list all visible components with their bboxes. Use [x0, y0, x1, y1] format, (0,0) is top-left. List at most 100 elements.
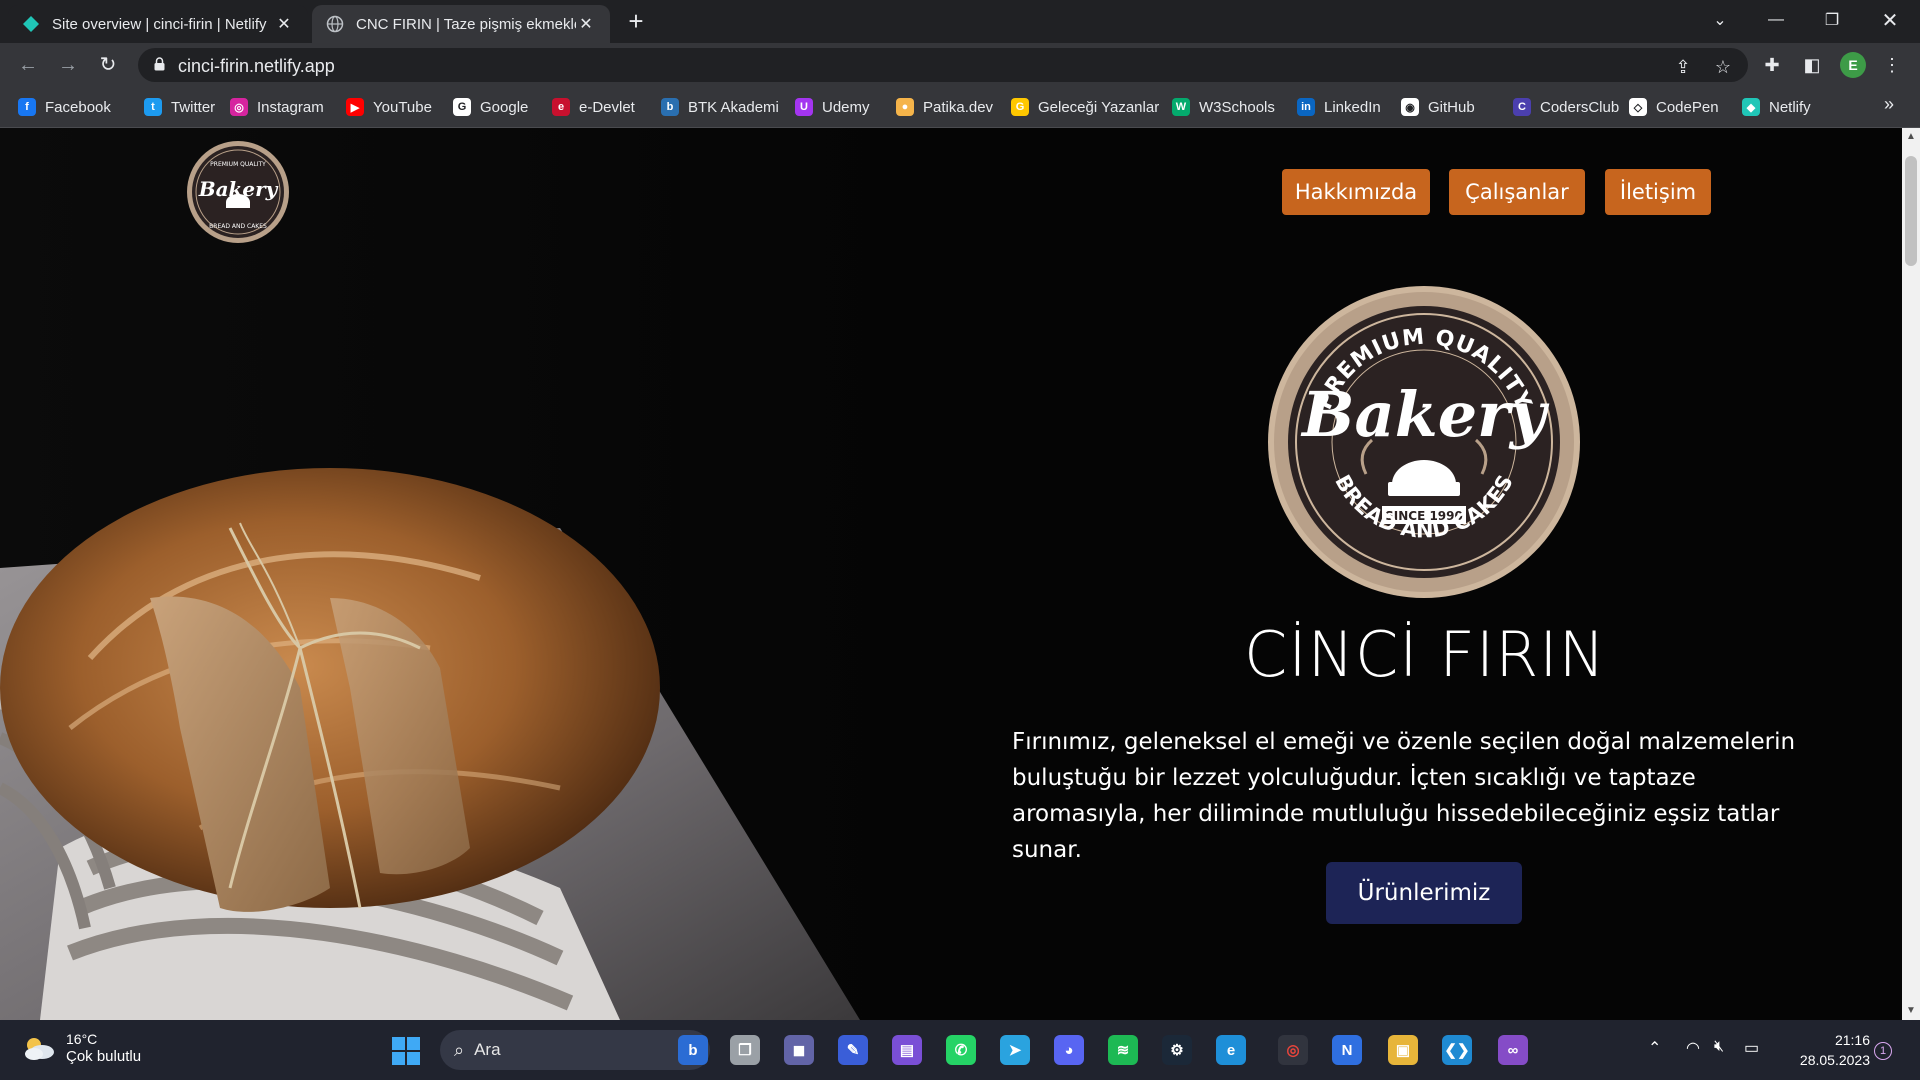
reload-button[interactable]: ↻ — [94, 51, 122, 79]
products-button[interactable]: Ürünlerimiz — [1326, 862, 1522, 924]
bookmark-instagram[interactable]: ◎ Instagram — [230, 95, 324, 119]
bookmark-patika-dev[interactable]: ● Patika.dev — [896, 95, 993, 119]
menu-kebab-icon[interactable]: ⋮ — [1880, 53, 1904, 77]
new-tab-button[interactable]: + — [622, 8, 650, 36]
bread-hero-image — [0, 128, 900, 1020]
btk-icon: b — [661, 98, 679, 116]
spotify-icon[interactable]: ≋ — [1108, 1035, 1138, 1065]
bookmark-label: LinkedIn — [1324, 98, 1381, 116]
tab-close-icon[interactable]: ✕ — [576, 14, 596, 34]
clock-date: 28.05.2023 — [1799, 1052, 1870, 1068]
scroll-down-arrow-icon[interactable]: ▼ — [1906, 1006, 1916, 1016]
task-view-icon[interactable]: ❐ — [730, 1035, 760, 1065]
bookmark-codepen[interactable]: ◇ CodePen — [1629, 95, 1719, 119]
whatsapp-icon[interactable]: ✆ — [946, 1035, 976, 1065]
profile-avatar[interactable]: E — [1840, 52, 1866, 78]
pen-app-icon[interactable]: ✎ — [838, 1035, 868, 1065]
codepen-icon: ◇ — [1629, 98, 1647, 116]
taskbar-search[interactable]: ⌕ Ara — [440, 1030, 710, 1070]
weather-widget[interactable]: 16°C Çok bulutlu — [22, 1030, 141, 1066]
windows-start-icon[interactable] — [392, 1037, 420, 1065]
edevlet-icon: e — [552, 98, 570, 116]
battery-icon[interactable]: ▭ — [1744, 1038, 1759, 1058]
site-title: CİNCİ FIRIN — [1244, 618, 1606, 691]
bookmark-youtube[interactable]: ▶ YouTube — [346, 95, 432, 119]
minimize-button[interactable]: — — [1748, 0, 1804, 40]
telegram-icon[interactable]: ➤ — [1000, 1035, 1030, 1065]
tab-close-icon[interactable]: ✕ — [274, 14, 294, 34]
teams-chat-icon[interactable]: ◼ — [784, 1035, 814, 1065]
notification-badge[interactable]: 1 — [1874, 1042, 1892, 1060]
windows-taskbar: 16°C Çok bulutlu ⌕ Ara b ❐ ◼ ✎ ▤ ✆ ➤ ◕ ≋ ⚙ e ◎ N ▣ ❮❯ ∞… — [0, 1020, 1920, 1080]
facebook-icon: f — [18, 98, 36, 116]
restore-button[interactable]: ❐ — [1804, 0, 1860, 40]
scroll-up-arrow-icon[interactable]: ▲ — [1906, 132, 1916, 142]
close-window-button[interactable]: ✕ — [1862, 0, 1918, 40]
bookmark-google[interactable]: G Google — [453, 95, 528, 119]
show-hidden-icons-icon[interactable]: ⌃ — [1648, 1038, 1661, 1058]
side-panel-icon[interactable]: ◧ — [1800, 53, 1824, 77]
twitter-icon: t — [144, 98, 162, 116]
tab-netlify-site-overview[interactable]: Site overview | cinci-firin | Netlify ✕ — [8, 5, 308, 43]
chrome-icon[interactable]: ◎ — [1278, 1035, 1308, 1065]
wifi-icon[interactable]: ◠ — [1686, 1038, 1700, 1058]
netlify-icon: ◆ — [1742, 98, 1760, 116]
bookmark-label: Facebook — [45, 98, 111, 116]
bing-icon[interactable]: b — [678, 1035, 708, 1065]
bookmark-btk-akademi[interactable]: b BTK Akademi — [661, 95, 779, 119]
logo-large-main: Bakery — [1300, 378, 1550, 451]
patika-icon: ● — [896, 98, 914, 116]
share-icon[interactable]: ⇪ — [1672, 56, 1694, 78]
bakery-logo-small[interactable]: PREMIUM QUALITY Bakery BREAD AND CAKES — [186, 140, 290, 244]
back-button[interactable]: ← — [14, 51, 42, 79]
steam-icon[interactable]: ⚙ — [1162, 1035, 1192, 1065]
bookmark-github[interactable]: ◉ GitHub — [1401, 95, 1475, 119]
google-icon: G — [453, 98, 471, 116]
udemy-icon: U — [795, 98, 813, 116]
bookmark-label: CodersClub — [1540, 98, 1620, 116]
nav-contact-button[interactable]: İletişim — [1605, 169, 1711, 215]
bookmark-label: Geleceği Yazanlar — [1038, 98, 1160, 116]
weather-desc: Çok bulutlu — [66, 1048, 142, 1065]
bookmark-w3schools[interactable]: W W3Schools — [1172, 95, 1275, 119]
bookmark-linkedin[interactable]: in LinkedIn — [1297, 95, 1381, 119]
bookmark-label: Patika.dev — [923, 98, 994, 116]
weather-temp: 16°C — [66, 1031, 98, 1047]
page-scrollbar[interactable]: ▲ ▼ — [1902, 128, 1920, 1020]
bookmark-udemy[interactable]: U Udemy — [795, 95, 870, 119]
clipchamp-icon[interactable]: ▤ — [892, 1035, 922, 1065]
system-clock[interactable]: 21:16 28.05.2023 — [1780, 1030, 1870, 1070]
forward-button[interactable]: → — [54, 51, 82, 79]
taskbar-search-placeholder: Ara — [474, 1040, 501, 1059]
edge-icon[interactable]: e — [1216, 1035, 1246, 1065]
explorer-icon[interactable]: ▣ — [1388, 1035, 1418, 1065]
address-bar[interactable]: cinci-firin.netlify.app ⇪ ☆ — [138, 48, 1748, 82]
bookmark-label: YouTube — [373, 98, 432, 116]
url-text[interactable]: cinci-firin.netlify.app — [178, 56, 335, 77]
scrollbar-thumb[interactable] — [1905, 156, 1917, 266]
bookmark-netlify[interactable]: ◆ Netlify — [1742, 95, 1811, 119]
tab-search-chevron-icon[interactable]: ⌄ — [1692, 0, 1748, 40]
bookmark-twitter[interactable]: t Twitter — [144, 95, 215, 119]
discord-icon[interactable]: ◕ — [1054, 1035, 1084, 1065]
nav-employees-button[interactable]: Çalışanlar — [1449, 169, 1585, 215]
codersclub-icon: C — [1513, 98, 1531, 116]
more-bookmarks-icon[interactable]: » — [1884, 94, 1894, 115]
w3schools-icon: W — [1172, 98, 1190, 116]
notion-icon[interactable]: N — [1332, 1035, 1362, 1065]
logo-small-bottom: BREAD AND CAKES — [209, 223, 267, 230]
bookmark-facebook[interactable]: f Facebook — [18, 95, 111, 119]
speaker-muted-icon[interactable]: 🔇︎ — [1714, 1038, 1724, 1056]
nav-about-button[interactable]: Hakkımızda — [1282, 169, 1430, 215]
bookmark-label: Netlify — [1769, 98, 1811, 116]
extensions-icon[interactable]: ✚ — [1760, 53, 1784, 77]
vscode-icon[interactable]: ❮❯ — [1442, 1035, 1472, 1065]
bookmark-e-devlet[interactable]: e e-Devlet — [552, 95, 635, 119]
bookmark-gelece-i-yazanlar[interactable]: G Geleceği Yazanlar — [1011, 95, 1159, 119]
tab-cnc-firin[interactable]: CNC FIRIN | Taze pişmiş ekmekler ✕ — [312, 5, 610, 43]
bookmark-star-icon[interactable]: ☆ — [1712, 56, 1734, 78]
clock-time: 21:16 — [1834, 1032, 1870, 1048]
bookmark-codersclub[interactable]: C CodersClub — [1513, 95, 1619, 119]
gelecegi-yazanlar-icon: G — [1011, 98, 1029, 116]
visual-studio-icon[interactable]: ∞ — [1498, 1035, 1528, 1065]
